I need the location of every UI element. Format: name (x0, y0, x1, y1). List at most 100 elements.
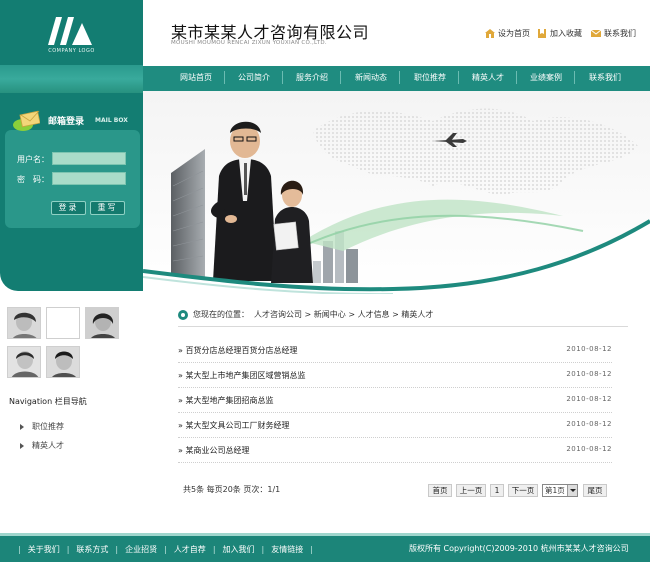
separator: | (164, 545, 167, 554)
nav-cases[interactable]: 业绩案例 (530, 72, 562, 83)
job-title[interactable]: 百货分店总经理百货分店总经理 (185, 346, 297, 355)
copyright: 版权所有 Copyright(C)2009-2010 杭州市某某人才咨询公司 (409, 544, 629, 553)
nav-divider (399, 71, 400, 84)
footer-link-contact[interactable]: 联系方式 (76, 544, 108, 555)
bullet-arrow-icon (20, 423, 24, 430)
envelope-icon (13, 110, 40, 131)
job-title[interactable]: 某大型文具公司工厂财务经理 (185, 421, 289, 430)
add-favorite-label: 加入收藏 (550, 29, 582, 38)
separator: | (115, 545, 119, 554)
mail-icon (591, 29, 601, 37)
chevron-down-icon (567, 485, 577, 496)
footer-link-self-recommend[interactable]: 人才自荐 (174, 544, 206, 555)
list-item[interactable]: » 某商业公司总经理 2010-08-12 (178, 438, 612, 463)
last-page-button[interactable]: 尾页 (583, 484, 607, 497)
job-title[interactable]: 某大型地产集团招商总监 (185, 396, 273, 405)
footer-link-recruit[interactable]: 企业招贤 (125, 544, 157, 555)
nav-contact[interactable]: 联系我们 (589, 72, 621, 83)
login-button[interactable]: 登录 (51, 201, 86, 215)
nav-about[interactable]: 公司简介 (238, 72, 270, 83)
double-chevron-icon: » (178, 396, 183, 405)
job-date: 2010-08-12 (566, 445, 612, 453)
portrait-photo-image (47, 347, 79, 377)
footer-link-friends[interactable]: 友情链接 (271, 544, 303, 555)
list-item[interactable]: » 百货分店总经理百货分店总经理 2010-08-12 (178, 338, 612, 363)
footer-bottom (0, 562, 650, 571)
nav-divider (282, 71, 283, 84)
portrait-photo[interactable] (7, 307, 41, 339)
hero-banner (143, 91, 650, 294)
nav-divider (340, 71, 341, 84)
current-page[interactable]: 1 (490, 484, 504, 497)
company-logo-icon[interactable] (48, 17, 94, 45)
sidebar-item-talents[interactable]: 精英人才 (20, 440, 64, 451)
logo-text: COMPANY LOGO (48, 48, 95, 54)
password-input[interactable] (52, 172, 126, 185)
sidebar-item-label: 精英人才 (32, 441, 64, 450)
set-homepage-link[interactable]: 设为首页 (485, 28, 530, 39)
location-icon (178, 309, 188, 320)
page-select-value: 第1页 (545, 486, 565, 495)
sidebar-item-jobs[interactable]: 职位推荐 (20, 421, 64, 432)
username-label: 用户名： (17, 155, 49, 164)
username-input[interactable] (52, 152, 126, 165)
list-item[interactable]: » 某大型上市地产集团区域营销总监 2010-08-12 (178, 363, 612, 388)
contact-us-toplink[interactable]: 联系我们 (591, 28, 636, 39)
separator: | (18, 545, 21, 554)
job-title[interactable]: 某大型上市地产集团区域营销总监 (185, 371, 305, 380)
portrait-photo[interactable] (46, 346, 80, 378)
bullet-arrow-icon (20, 442, 24, 449)
nav-news[interactable]: 新闻动态 (355, 72, 387, 83)
job-date: 2010-08-12 (566, 395, 612, 403)
double-chevron-icon: » (178, 446, 183, 455)
breadcrumb: 您现在的位置： 人才咨询公司 > 新闻中心 > 人才信息 > 精英人才 (178, 309, 433, 320)
first-page-button[interactable]: 首页 (428, 484, 452, 497)
nav-divider (224, 71, 225, 84)
separator: | (261, 545, 265, 554)
job-date: 2010-08-12 (566, 370, 612, 378)
sidebar-nav-heading: Navigation 栏目导航 (9, 397, 87, 406)
sidebar-item-label: 职位推荐 (32, 422, 64, 431)
footer-link-about[interactable]: 关于我们 (28, 544, 60, 555)
nav-services[interactable]: 服务介绍 (296, 72, 328, 83)
portrait-photo[interactable] (85, 307, 119, 339)
pagination-info: 共5条 每页20条 页次：1/1 (183, 485, 281, 494)
nav-divider (458, 71, 459, 84)
page-select[interactable]: 第1页 (542, 484, 578, 497)
footer-link-join[interactable]: 加入我们 (223, 544, 255, 555)
portrait-photo-image (8, 308, 40, 338)
reset-button[interactable]: 重写 (90, 201, 125, 215)
portrait-photo[interactable] (46, 307, 80, 339)
contact-us-top-label: 联系我们 (604, 29, 636, 38)
job-date: 2010-08-12 (566, 345, 612, 353)
password-label: 密 码： (17, 175, 49, 184)
portrait-photo-image (86, 308, 118, 338)
login-title: 邮箱登录 (48, 117, 85, 127)
separator: | (66, 545, 70, 554)
add-favorite-link[interactable]: 加入收藏 (537, 28, 582, 39)
login-title-en: MAIL BOX (95, 117, 128, 124)
nav-jobs[interactable]: 职位推荐 (414, 72, 446, 83)
double-chevron-icon: » (178, 421, 183, 430)
portrait-photo-image (8, 347, 40, 377)
nav-home[interactable]: 网站首页 (180, 72, 212, 83)
divider (178, 326, 628, 327)
breadcrumb-trail[interactable]: 人才咨询公司 > 新闻中心 > 人才信息 > 精英人才 (254, 309, 433, 320)
prev-page-button[interactable]: 上一页 (456, 484, 486, 497)
nav-divider (574, 71, 575, 84)
list-item[interactable]: » 某大型地产集团招商总监 2010-08-12 (178, 388, 612, 413)
job-date: 2010-08-12 (566, 420, 612, 428)
separator: | (310, 545, 313, 554)
bookmark-icon (538, 29, 546, 38)
list-item[interactable]: » 某大型文具公司工厂财务经理 2010-08-12 (178, 413, 612, 438)
double-chevron-icon: » (178, 346, 183, 355)
nav-divider (516, 71, 517, 84)
next-page-button[interactable]: 下一页 (508, 484, 538, 497)
double-chevron-icon: » (178, 371, 183, 380)
set-homepage-label: 设为首页 (498, 29, 530, 38)
nav-talents[interactable]: 精英人才 (472, 72, 504, 83)
home-icon (485, 29, 495, 38)
job-title[interactable]: 某商业公司总经理 (185, 446, 249, 455)
footer-links: | 关于我们 | 联系方式 | 企业招贤 | 人才自荐 | 加入我们 | 友情链… (18, 544, 313, 555)
portrait-photo[interactable] (7, 346, 41, 378)
